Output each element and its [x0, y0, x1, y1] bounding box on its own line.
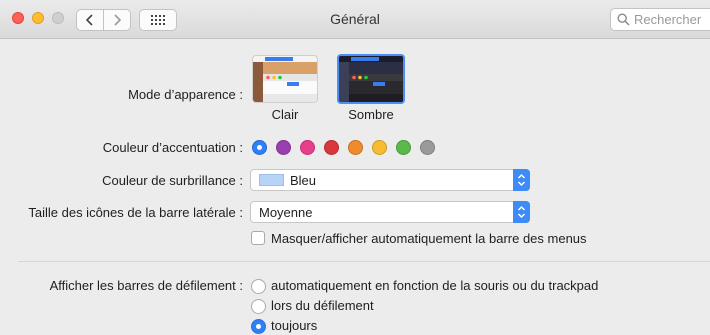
accent-swatch-7[interactable] [420, 140, 435, 155]
appearance-label: Mode d’apparence : [128, 87, 243, 102]
dark-mode-preview [339, 56, 403, 102]
updown-chevron-icon [517, 173, 526, 187]
sidebar-icon-size-popup[interactable]: Moyenne [250, 201, 530, 223]
accent-swatch-0[interactable] [252, 140, 267, 155]
sidebar-icon-size-value: Moyenne [259, 204, 313, 220]
scrollbars-always-label: toujours [271, 318, 318, 333]
search-placeholder: Rechercher [634, 12, 702, 27]
magnifier-icon [617, 13, 630, 26]
scrollbars-auto-label: automatiquement en fonction de la souris… [271, 278, 599, 293]
scrollbars-always-radio[interactable] [251, 319, 266, 334]
highlight-color-value: Bleu [290, 172, 317, 188]
scrollbars-scrolling-radio[interactable] [251, 299, 266, 314]
highlight-popup-arrow [513, 169, 530, 191]
sidebar-popup-arrow [513, 201, 530, 223]
accent-swatch-6[interactable] [396, 140, 411, 155]
search-field[interactable]: Rechercher [610, 8, 710, 31]
appearance-dark-label: Sombre [348, 107, 394, 122]
accent-swatch-1[interactable] [276, 140, 291, 155]
accent-swatch-4[interactable] [348, 140, 363, 155]
accent-selected-dot [257, 145, 262, 150]
scrollbars-auto-radio[interactable] [251, 279, 266, 294]
accent-swatch-3[interactable] [324, 140, 339, 155]
window-title: Général [330, 11, 380, 27]
separator [18, 261, 710, 262]
appearance-light-thumbnail[interactable] [252, 55, 318, 103]
highlight-color-label: Couleur de surbrillance : [102, 173, 243, 188]
light-mode-preview [253, 56, 317, 102]
appearance-dark-thumbnail[interactable] [337, 54, 405, 104]
updown-chevron-icon [517, 205, 526, 219]
highlight-color-popup[interactable]: Bleu [250, 169, 530, 191]
accent-color-label: Couleur d’accentuation : [102, 140, 243, 155]
menubar-autohide-checkbox[interactable] [251, 231, 265, 245]
scrollbars-label: Afficher les barres de défilement : [49, 278, 243, 293]
title-bar: Général Rechercher [0, 0, 710, 39]
highlight-color-chip [259, 174, 284, 186]
accent-swatch-5[interactable] [372, 140, 387, 155]
appearance-light-label: Clair [271, 107, 299, 122]
sidebar-icon-size-label: Taille des icônes de la barre latérale : [28, 205, 243, 220]
scrollbars-scrolling-label: lors du défilement [271, 298, 374, 313]
menubar-autohide-label: Masquer/afficher automatiquement la barr… [271, 231, 587, 246]
accent-swatch-2[interactable] [300, 140, 315, 155]
